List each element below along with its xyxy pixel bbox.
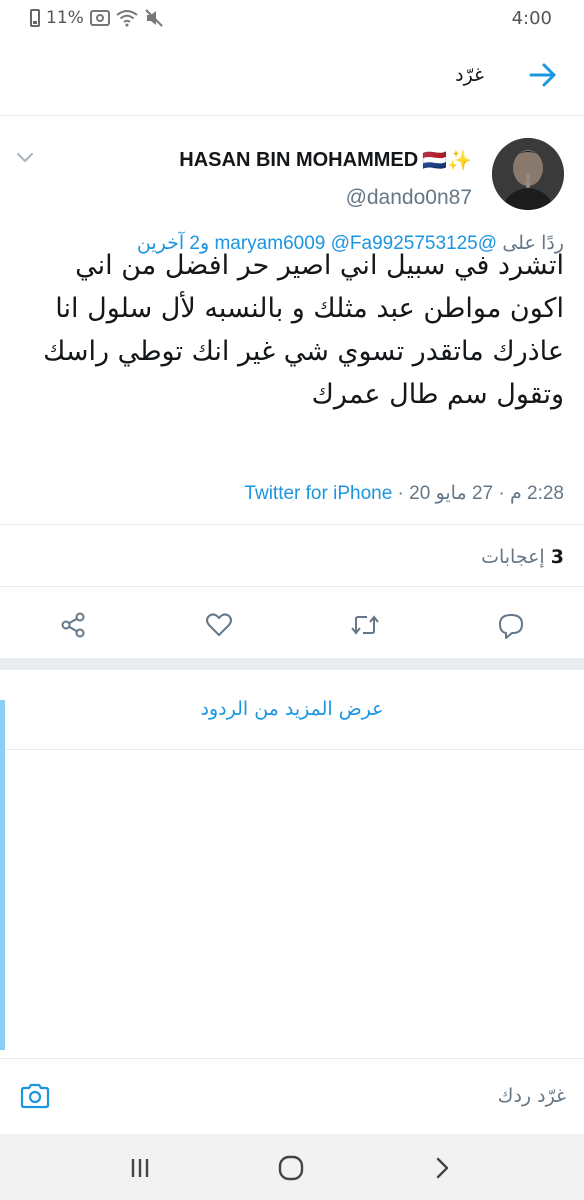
status-icons: 11%	[30, 8, 164, 28]
display-name[interactable]: HASAN BIN MOHAMMED 🇳🇱✨	[179, 148, 472, 173]
more-replies-label: عرض المزيد من الردود	[200, 698, 384, 720]
tweet-text: اتشرد في سبيل اني اصير حر افضل من اني اك…	[43, 250, 564, 410]
battery-level: 11%	[46, 8, 84, 28]
recent-apps-icon[interactable]	[124, 1152, 156, 1184]
divider	[0, 524, 584, 525]
app-header: غرّد	[0, 36, 584, 116]
tweet-source[interactable]: Twitter for iPhone	[244, 483, 392, 504]
thread-indicator	[0, 700, 5, 1050]
back-arrow-icon[interactable]	[526, 60, 560, 90]
wifi-icon	[116, 10, 138, 27]
divider	[0, 586, 584, 587]
tweet-actions	[0, 602, 584, 650]
tweet-time: 2:28 م	[509, 483, 564, 504]
heart-icon[interactable]	[204, 610, 234, 640]
photo-icon	[89, 10, 110, 26]
clock: 4:00	[511, 8, 552, 29]
status-bar: 11% 4:00	[0, 0, 584, 36]
more-replies-button[interactable]: عرض المزيد من الردود	[0, 670, 584, 750]
mute-icon	[145, 9, 163, 27]
likes-label: إعجابات	[481, 546, 545, 568]
camera-icon[interactable]	[18, 1079, 52, 1113]
battery-icon	[30, 9, 40, 27]
likes-number: 3	[550, 546, 564, 568]
home-icon[interactable]	[275, 1152, 307, 1184]
reply-composer	[0, 1058, 584, 1134]
meta-separator: ·	[498, 483, 505, 504]
name-emoji: 🇳🇱✨	[422, 150, 472, 172]
chevron-down-icon[interactable]	[14, 150, 36, 166]
display-name-text: HASAN BIN MOHAMMED	[179, 149, 419, 171]
reply-input[interactable]	[96, 1081, 566, 1111]
user-handle[interactable]: @dando0n87	[346, 186, 472, 210]
meta-separator: ·	[397, 483, 404, 504]
section-separator	[0, 658, 584, 670]
system-nav-bar	[0, 1134, 584, 1200]
retweet-icon[interactable]	[350, 610, 380, 640]
likes-count[interactable]: 3 إعجابات	[481, 546, 564, 568]
tweet-meta: 2:28 م · 27 مايو 20 · Twitter for iPhone	[244, 482, 564, 505]
back-icon[interactable]	[426, 1152, 458, 1184]
avatar[interactable]	[492, 138, 564, 210]
tweet-date: 27 مايو 20	[409, 483, 494, 504]
page-title: غرّد	[455, 64, 484, 86]
share-icon[interactable]	[58, 610, 88, 640]
reply-icon[interactable]	[496, 610, 526, 640]
